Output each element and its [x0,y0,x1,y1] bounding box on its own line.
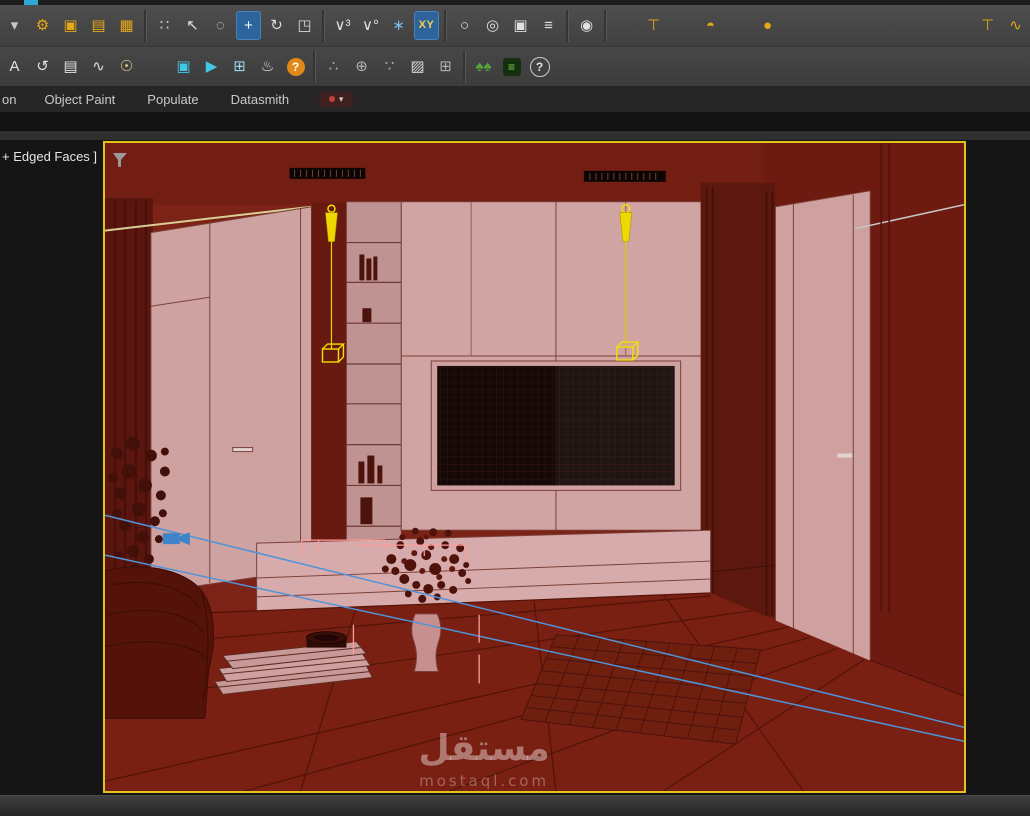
letter-a-icon[interactable]: A [2,52,27,81]
toolbar-divider [463,50,466,83]
select-and-link-icon[interactable]: ▣ [58,11,83,40]
watermark-subtitle: mostaql.com [419,772,549,790]
lightbulb-icon[interactable]: ☉ [114,52,139,81]
toolbar-divider [604,9,607,42]
select-and-rotate-icon[interactable]: ↻ [264,11,289,40]
display-monitor-icon[interactable]: ▣ [171,52,196,81]
snowflake-icon[interactable]: ∗ [386,11,411,40]
dome-light-icon[interactable]: ◓ [698,11,723,40]
select-and-move-button[interactable]: + [236,11,261,40]
spiral-icon[interactable]: ↺ [30,52,55,81]
scene-tv[interactable] [430,360,682,491]
add-box-icon[interactable]: ⊞ [227,52,252,81]
ribbon-overflow-button[interactable]: ▾ [319,91,354,107]
toolbar-divider [322,9,325,42]
curve-tool-icon[interactable]: ∿ [1003,11,1028,40]
viewport-label[interactable]: + Edged Faces ] [2,149,97,164]
notification-dot [328,96,335,102]
watermark-title: مستقل [418,728,549,769]
light-stand-icon[interactable]: ⊤ [641,11,666,40]
teapot-render-icon[interactable]: ♨ [255,52,280,81]
layers-icon[interactable]: ▤ [58,52,83,81]
toolbar-overflow-caret[interactable]: ▾ [2,11,27,40]
itoo-list-button[interactable]: ≡ [499,52,524,81]
scene-wall-recess [311,202,347,572]
unlink-selection-icon[interactable]: ▤ [86,11,111,40]
toolbar-divider [313,50,316,83]
select-and-scale-icon[interactable]: ◳ [292,11,317,40]
select-and-place-icon[interactable]: ○ [452,11,477,40]
select-region-icon[interactable]: ◌ [208,11,233,40]
select-and-manipulate-icon[interactable]: ⚙ [30,11,55,40]
snap-toggle-icon[interactable]: ∨³ [330,11,355,40]
toolbar-flex-spacer [783,11,972,40]
grid-add-icon[interactable]: ⊞ [433,52,458,81]
help-circle-icon[interactable]: ? [527,52,552,81]
main-toolbar-row2: A ↺ ▤ ∿ ☉ ▣ ▶ ⊞ ♨? ∴ ⊕ ∵ ▨ ⊞ ♠♠ ≡? [0,46,1030,86]
status-bar [0,795,1030,816]
axis-constraint-xy-button[interactable]: XY [414,11,439,40]
scene-camera[interactable] [162,532,190,546]
orbit-tool-icon[interactable]: ◎ [480,11,505,40]
ceiling-vent-2[interactable] [583,170,666,182]
scene-jar[interactable] [306,631,347,648]
scene-window[interactable] [700,182,776,617]
scene-shelving-unit[interactable] [345,201,402,574]
separator-band-light [0,130,1030,140]
toolbar-divider [144,9,147,42]
viewport-area: + Edged Faces ] مستقل mostaql.com [0,140,1030,795]
ribbon-tab-datasmith[interactable]: Datasmith [215,86,306,112]
watermark: مستقل mostaql.com [418,728,549,790]
chevron-down-icon: ▾ [338,93,344,104]
select-object-icon[interactable]: ↖ [180,11,205,40]
bind-to-spacewarp-icon[interactable]: ▦ [114,11,139,40]
ceiling-vent-1[interactable] [289,167,366,179]
checker-box-icon[interactable]: ▨ [405,52,430,81]
active-viewport[interactable]: مستقل mostaql.com [103,141,966,793]
sphere-light-icon[interactable]: ● [755,11,780,40]
render-setup-icon[interactable]: ▣ [508,11,533,40]
toolbar-divider [566,9,569,42]
main-toolbar-row1: ▾ ⚙ ▣ ▤ ▦ ∷ ↖ ◌ + ↻ ◳ ∨³ ∨° ∗ XY ○ ◎ ▣ ≡ ◉ ⊤ ◓ ● ⊤ ∿ [0,5,1030,46]
selection-filter-icon[interactable]: ∷ [152,11,177,40]
angle-snap-icon[interactable]: ∨° [358,11,383,40]
scene-canvas[interactable]: مستقل mostaql.com [105,143,964,791]
axis-dots-icon[interactable]: ∵ [377,52,402,81]
preview-play-icon[interactable]: ▶ [199,52,224,81]
help-button[interactable]: ? [283,52,308,81]
light-stand-2-icon[interactable]: ⊤ [975,11,1000,40]
scene-sofa[interactable] [105,566,214,719]
ribbon-tab-on[interactable]: on [0,86,28,112]
camera-icon[interactable]: ◉ [574,11,599,40]
ribbon-tab-populate[interactable]: Populate [131,86,214,112]
separator-band-dark [0,112,1030,130]
ribbon-tab-object-paint[interactable]: Object Paint [28,86,131,112]
toolbar-divider [444,9,447,42]
trees-icon[interactable]: ♠♠ [471,52,496,81]
scene-list-icon[interactable]: ≡ [536,11,561,40]
pivot-dots-icon[interactable]: ∴ [321,52,346,81]
center-crosshair-icon[interactable]: ⊕ [349,52,374,81]
ribbon-tab-bar: on Object Paint Populate Datasmith ▾ [0,86,1030,112]
curve-editor-icon[interactable]: ∿ [86,52,111,81]
ribbon-tabs: on Object Paint Populate Datasmith [0,86,305,112]
scene-right-door[interactable] [774,190,871,662]
